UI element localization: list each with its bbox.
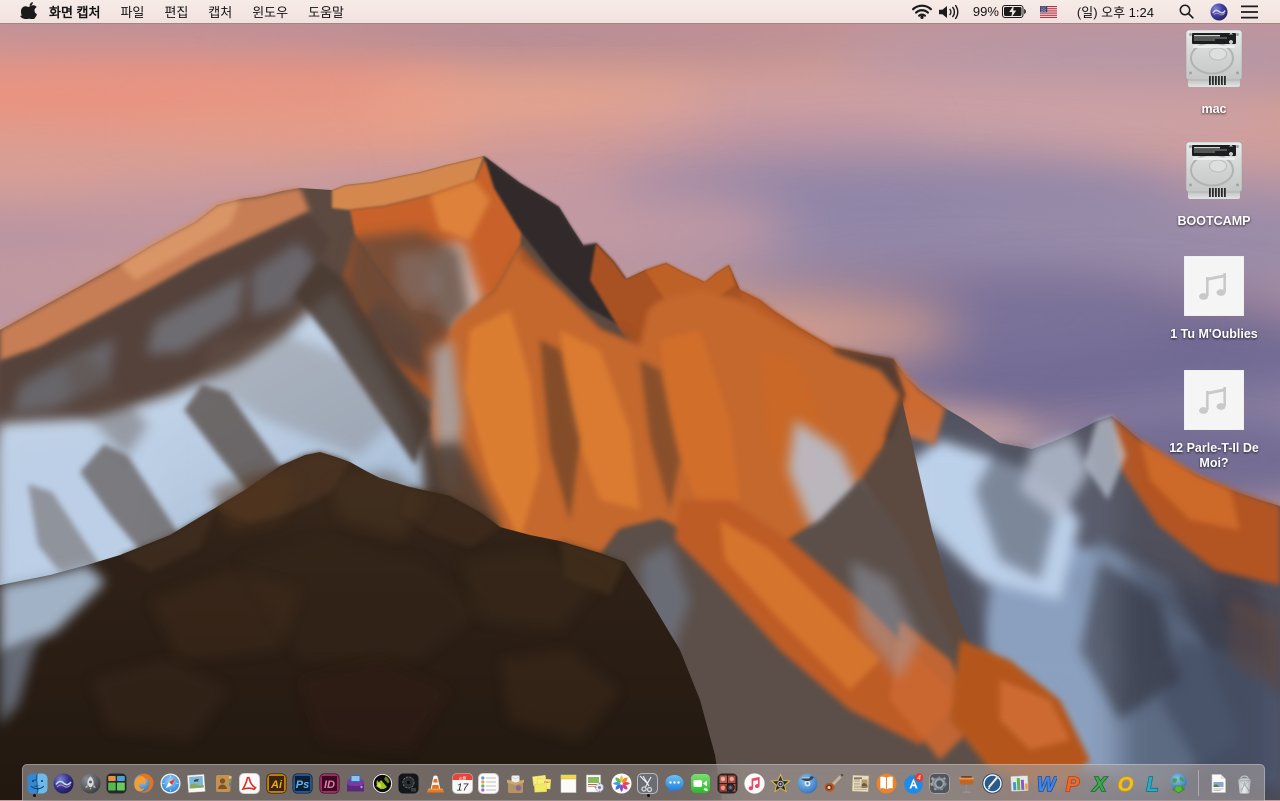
svg-text:Plan: Plan: [544, 780, 550, 784]
svg-text:P: P: [1066, 774, 1080, 794]
svg-text:ID: ID: [324, 778, 335, 790]
svg-text:O: O: [1118, 774, 1134, 794]
svg-text:Ps: Ps: [296, 778, 309, 790]
svg-text:6월: 6월: [459, 776, 467, 781]
svg-text:Ai: Ai: [270, 778, 283, 790]
svg-text:W: W: [1037, 774, 1057, 794]
svg-text:L: L: [1146, 774, 1158, 794]
svg-text:X: X: [1091, 774, 1107, 794]
svg-text:17: 17: [456, 781, 469, 793]
svg-text:4: 4: [917, 774, 921, 781]
